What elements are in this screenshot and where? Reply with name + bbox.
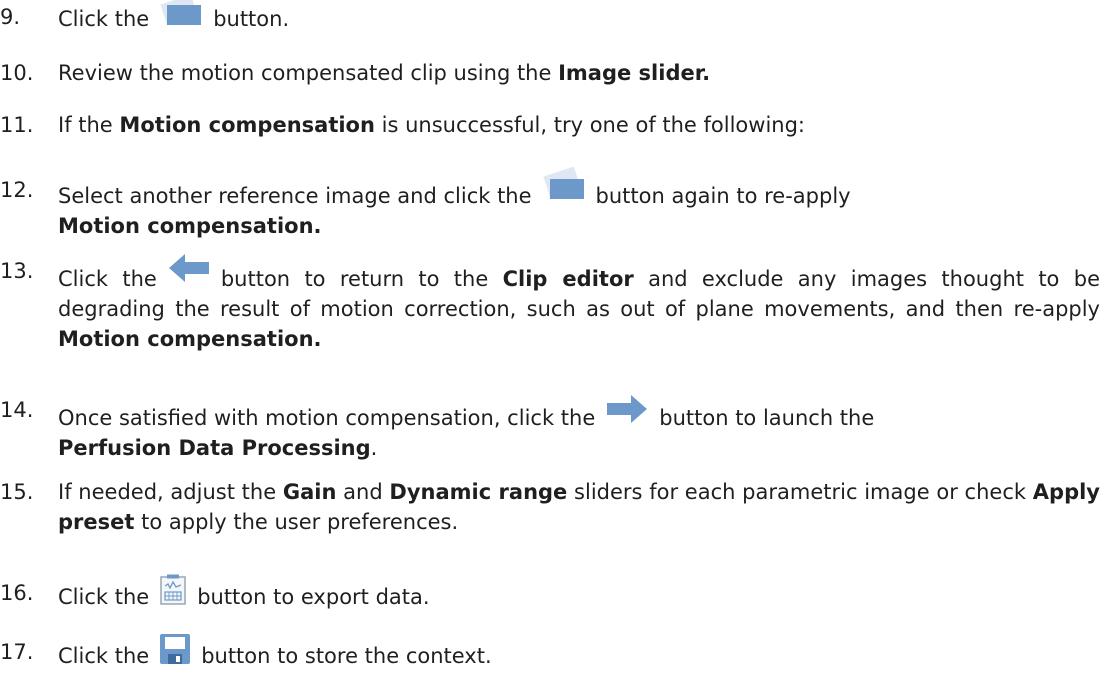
step-number: 15. [0, 480, 34, 504]
step-17: 17. Click the button to store the contex… [0, 634, 1100, 671]
step-number: 17. [0, 640, 34, 664]
step-number: 10. [0, 61, 34, 85]
step-number: 13. [0, 259, 34, 283]
step-9: 9. Click the button. [0, 0, 1100, 34]
save-icon[interactable] [159, 633, 191, 665]
step-11: 11. If the Motion compensation is unsucc… [0, 110, 1100, 140]
forward-arrow-icon[interactable] [605, 391, 649, 427]
step-12: 12. Select another reference image and c… [0, 167, 1100, 241]
export-data-icon[interactable] [159, 574, 187, 606]
step-number: 11. [0, 113, 34, 137]
step-number: 9. [0, 5, 21, 29]
step-15: 15. If needed, adjust the Gain and Dynam… [0, 477, 1100, 537]
back-arrow-icon[interactable] [167, 250, 211, 286]
motion-compensation-icon[interactable] [159, 0, 203, 26]
step-10: 10. Review the motion compensated clip u… [0, 58, 1100, 88]
step-16: 16. Click the button to export data. [0, 574, 1100, 612]
step-number: 16. [0, 581, 34, 605]
motion-compensation-icon[interactable] [542, 167, 586, 201]
step-number: 14. [0, 398, 34, 422]
step-number: 12. [0, 178, 34, 202]
step-14: 14. Once satisfied with motion compensat… [0, 395, 1100, 463]
step-13: 13. Click the button to return to the Cl… [0, 254, 1100, 354]
